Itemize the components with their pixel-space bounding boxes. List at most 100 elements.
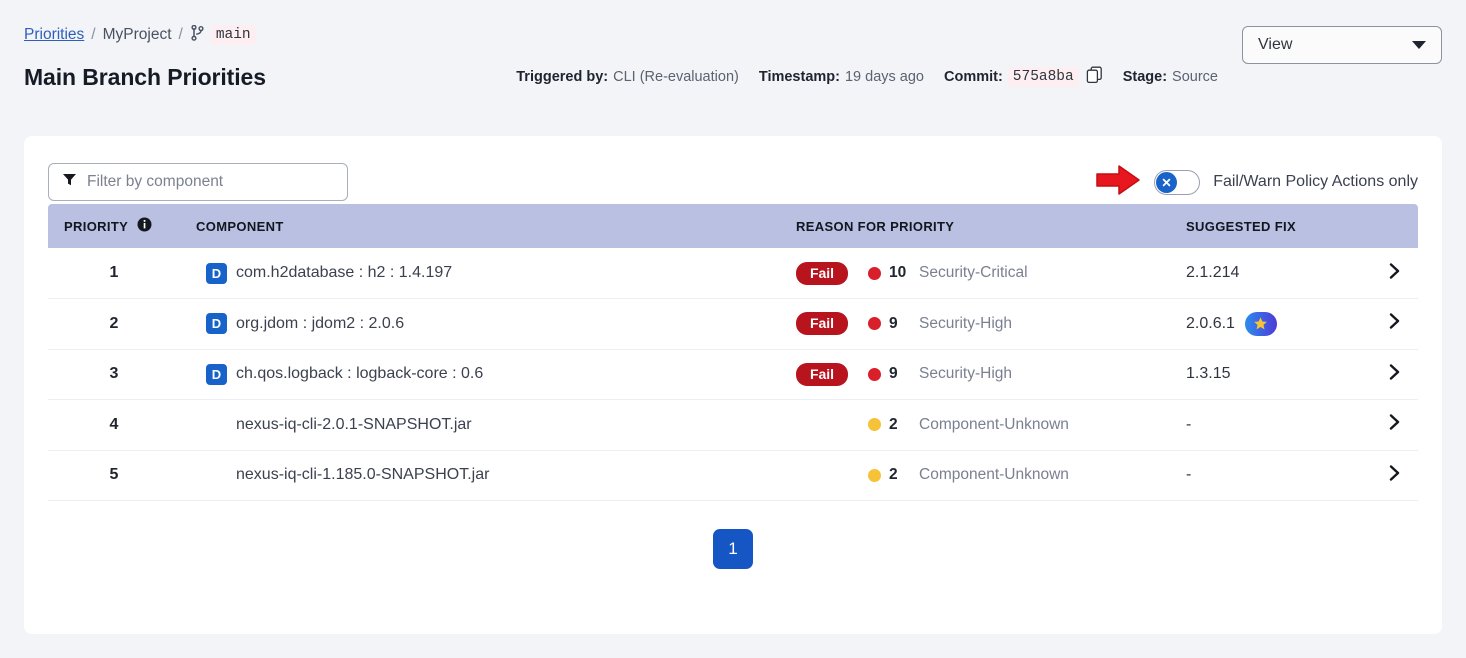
table-row[interactable]: 4 nexus-iq-cli-2.0.1-SNAPSHOT.jar 2 Comp… (48, 400, 1418, 451)
component-name: nexus-iq-cli-1.185.0-SNAPSHOT.jar (236, 466, 490, 484)
component-name: org.jdom : jdom2 : 2.0.6 (236, 314, 405, 332)
policy-filter-toggle-area: Fail/Warn Policy Actions only (1095, 163, 1418, 202)
cell-row-chevron[interactable] (1370, 400, 1418, 451)
suggested-fix-version: - (1186, 466, 1192, 484)
suggested-fix-version: 2.0.6.1 (1186, 314, 1235, 332)
table-row[interactable]: 3 D ch.qos.logback : logback-core : 0.6 … (48, 349, 1418, 400)
cell-reason: Fail 10 Security-Critical (780, 248, 1170, 299)
page-title: Main Branch Priorities (24, 64, 266, 90)
chevron-right-icon[interactable] (1388, 262, 1401, 285)
table-toolbar: Fail/Warn Policy Actions only (24, 136, 1442, 204)
column-header-reason-label: REASON FOR PRIORITY (796, 218, 955, 234)
cell-component: D ch.qos.logback : logback-core : 0.6 (180, 349, 780, 400)
meta-commit-label: Commit: (943, 69, 1003, 85)
column-header-chevron (1370, 204, 1418, 248)
cell-priority: 3 (109, 365, 119, 383)
meta-commit-value: 575a8ba (1007, 67, 1079, 87)
suggested-fix-version: - (1186, 415, 1192, 433)
threat-level-dot-icon (868, 266, 881, 280)
cell-row-chevron[interactable] (1370, 299, 1418, 350)
funnel-icon (62, 172, 77, 192)
cell-reason: Fail 9 Security-High (780, 349, 1170, 400)
cell-reason: 2 Component-Unknown (780, 400, 1170, 451)
component-name: com.h2database : h2 : 1.4.197 (236, 264, 453, 281)
column-header-component-label: COMPONENT (196, 218, 284, 234)
policy-action-badge: Fail (796, 362, 848, 386)
toggle-knob-off-icon (1156, 171, 1178, 193)
breadcrumb-branch: main (190, 24, 256, 46)
pagination: 1 (24, 501, 1442, 569)
chevron-right-icon[interactable] (1388, 413, 1401, 436)
threat-level-value: 2 (889, 415, 898, 433)
cell-row-chevron[interactable] (1370, 349, 1418, 400)
threat-level-value: 9 (889, 365, 898, 383)
cell-suggested-fix: - (1170, 400, 1370, 451)
filter-input[interactable] (87, 173, 334, 191)
fail-warn-policy-toggle[interactable] (1154, 169, 1201, 195)
meta-triggered-by-label: Triggered by: (516, 69, 609, 85)
policy-name: Security-Critical (919, 264, 1028, 281)
copy-icon[interactable] (1086, 66, 1103, 88)
policy-name: Security-High (919, 314, 1013, 332)
column-header-suggested-fix[interactable]: SUGGESTED FIX (1170, 204, 1370, 248)
cell-row-chevron[interactable] (1370, 248, 1418, 299)
info-icon[interactable] (137, 217, 152, 235)
column-header-priority[interactable]: PRIORITY (48, 204, 180, 248)
meta-timestamp-label: Timestamp: (758, 69, 840, 85)
column-header-reason[interactable]: REASON FOR PRIORITY (780, 204, 1170, 248)
breadcrumb-item-project: MyProject (102, 26, 172, 43)
meta-triggered-by-value: CLI (Re-evaluation) (613, 69, 739, 85)
table-row[interactable]: 5 nexus-iq-cli-1.185.0-SNAPSHOT.jar 2 Co… (48, 450, 1418, 501)
red-arrow-pointer-icon (1095, 163, 1141, 202)
threat-level-dot-icon (868, 317, 881, 331)
meta-timestamp: Timestamp: 19 days ago (759, 69, 924, 85)
cell-priority: 4 (109, 415, 119, 433)
cell-suggested-fix: 2.0.6.1 (1170, 299, 1370, 350)
threat-level-dot-icon (868, 468, 881, 482)
run-metadata: Triggered by: CLI (Re-evaluation) Timest… (516, 66, 1218, 91)
cell-reason: 2 Component-Unknown (780, 450, 1170, 501)
cell-suggested-fix: 1.3.15 (1170, 349, 1370, 400)
meta-stage-value: Source (1172, 69, 1218, 85)
cell-row-chevron[interactable] (1370, 450, 1418, 501)
cell-component: D org.jdom : jdom2 : 2.0.6 (180, 299, 780, 350)
meta-stage: Stage: Source (1123, 69, 1218, 85)
cell-priority: 2 (109, 314, 119, 332)
fail-warn-policy-toggle-label: Fail/Warn Policy Actions only (1213, 173, 1418, 190)
table-row[interactable]: 1 D com.h2database : h2 : 1.4.197 Fail 1… (48, 248, 1418, 299)
chevron-down-icon (1412, 41, 1426, 49)
component-name: nexus-iq-cli-2.0.1-SNAPSHOT.jar (236, 415, 472, 433)
table-header-row: PRIORITY COMPONENT REASON FOR PRIORITY S… (48, 204, 1418, 248)
dependency-badge-icon: D (206, 363, 227, 385)
threat-level-dot-icon (868, 418, 881, 432)
cell-component: nexus-iq-cli-1.185.0-SNAPSHOT.jar (180, 450, 780, 501)
cell-reason: Fail 9 Security-High (780, 299, 1170, 350)
chevron-right-icon[interactable] (1388, 312, 1401, 335)
policy-name: Component-Unknown (919, 466, 1069, 484)
threat-level-dot-icon (868, 367, 881, 381)
column-header-priority-label: PRIORITY (64, 218, 129, 234)
cell-priority: 5 (109, 466, 119, 484)
policy-action-badge: Fail (796, 312, 848, 336)
chevron-right-icon[interactable] (1388, 363, 1401, 386)
table-head: PRIORITY COMPONENT REASON FOR PRIORITY S… (48, 204, 1418, 248)
breadcrumb-link-priorities[interactable]: Priorities (24, 26, 84, 44)
view-dropdown-button[interactable]: View (1242, 26, 1442, 64)
pagination-page-1[interactable]: 1 (713, 529, 753, 569)
table-row[interactable]: 2 D org.jdom : jdom2 : 2.0.6 Fail 9 Secu… (48, 299, 1418, 350)
meta-triggered-by: Triggered by: CLI (Re-evaluation) (516, 69, 739, 85)
suggested-fix-version: 1.3.15 (1186, 365, 1231, 383)
chevron-right-icon[interactable] (1388, 464, 1401, 487)
meta-stage-label: Stage: (1122, 69, 1168, 85)
table-body: 1 D com.h2database : h2 : 1.4.197 Fail 1… (48, 248, 1418, 501)
column-header-component[interactable]: COMPONENT (180, 204, 780, 248)
filter-by-component-field[interactable] (48, 163, 348, 201)
cell-component: D com.h2database : h2 : 1.4.197 (180, 248, 780, 299)
threat-level-value: 9 (889, 314, 898, 332)
priorities-table: PRIORITY COMPONENT REASON FOR PRIORITY S… (48, 204, 1418, 501)
meta-commit: Commit: 575a8ba (944, 66, 1103, 88)
threat-level-value: 2 (889, 466, 898, 484)
priorities-card: Fail/Warn Policy Actions only PRIORITY (24, 136, 1442, 634)
threat-level-value: 10 (889, 264, 907, 281)
breadcrumb-separator-1: / (91, 26, 96, 43)
